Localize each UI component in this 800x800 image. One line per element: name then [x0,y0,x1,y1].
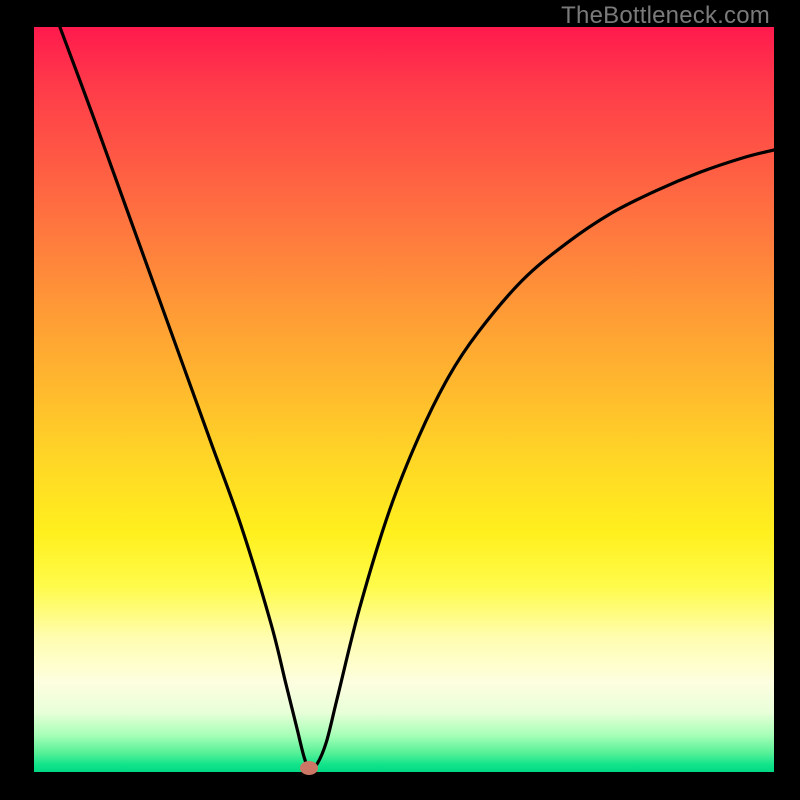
watermark-text: TheBottleneck.com [561,2,770,30]
optimal-point-marker [300,761,318,775]
bottleneck-curve [34,27,774,772]
chart-frame: TheBottleneck.com [0,0,800,800]
